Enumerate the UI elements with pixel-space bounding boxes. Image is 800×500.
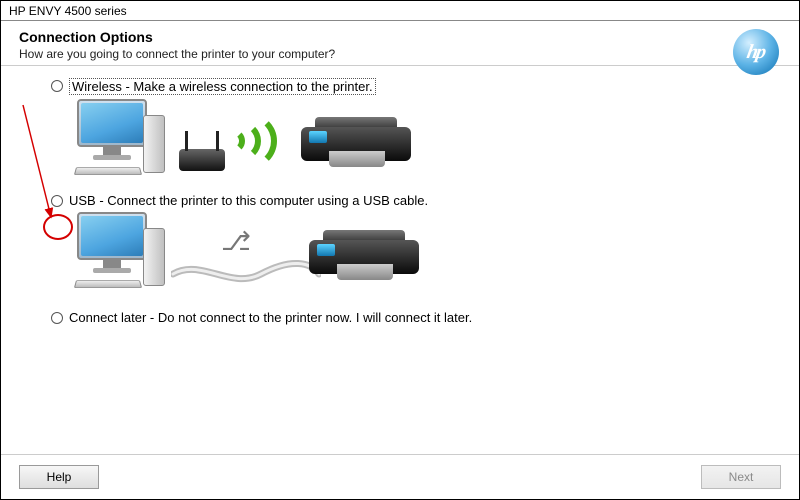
radio-connect-later[interactable] (51, 312, 63, 324)
illustration-wireless (71, 99, 769, 187)
usb-symbol-icon: ⎇ (221, 226, 251, 257)
computer-icon (71, 99, 171, 179)
hp-logo-text: hp (745, 41, 766, 64)
options-panel: Wireless - Make a wireless connection to… (1, 66, 799, 325)
radio-usb[interactable] (51, 195, 63, 207)
router-icon (179, 149, 225, 171)
wizard-header: Connection Options How are you going to … (1, 21, 799, 66)
option-wireless[interactable]: Wireless - Make a wireless connection to… (51, 78, 769, 95)
page-title: Connection Options (19, 29, 781, 45)
option-usb-label: USB - Connect the printer to this comput… (69, 193, 428, 208)
page-subtitle: How are you going to connect the printer… (19, 47, 781, 61)
window-title: HP ENVY 4500 series (9, 4, 127, 18)
option-connect-later-label: Connect later - Do not connect to the pr… (69, 310, 472, 325)
next-button[interactable]: Next (701, 465, 781, 489)
illustration-usb: ⎇ (71, 212, 769, 300)
printer-icon (301, 117, 411, 173)
printer-icon (309, 230, 419, 286)
radio-wireless[interactable] (51, 80, 63, 92)
option-usb[interactable]: USB - Connect the printer to this comput… (51, 193, 769, 208)
usb-cable-icon (171, 256, 321, 296)
wifi-signal-icon (221, 111, 291, 171)
option-connect-later[interactable]: Connect later - Do not connect to the pr… (51, 310, 769, 325)
wizard-footer: Help Next (1, 454, 799, 499)
computer-icon (71, 212, 171, 292)
help-button[interactable]: Help (19, 465, 99, 489)
window-titlebar: HP ENVY 4500 series (1, 1, 799, 21)
option-wireless-label: Wireless - Make a wireless connection to… (69, 78, 376, 95)
